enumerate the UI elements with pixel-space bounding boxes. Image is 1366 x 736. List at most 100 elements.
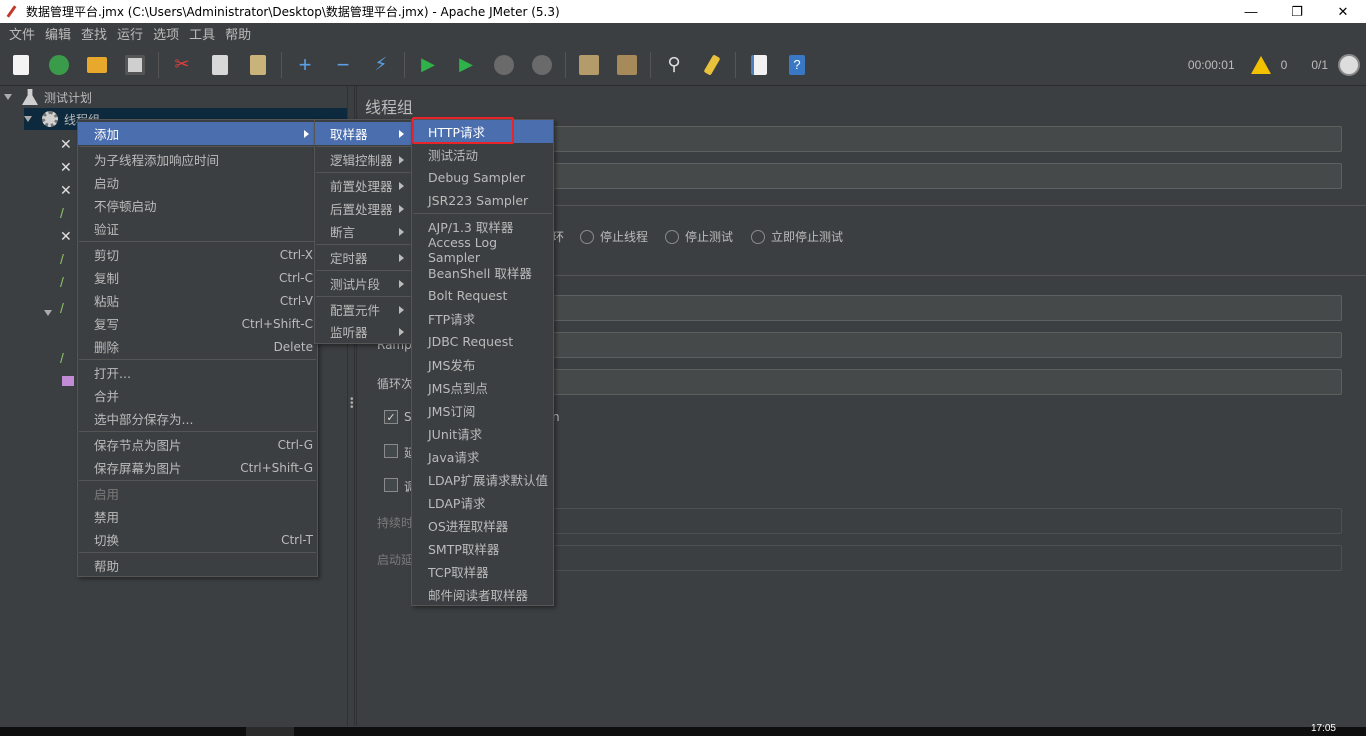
menu-item-pre-processor[interactable]: 前置处理器 bbox=[315, 174, 412, 197]
toggle-icon[interactable]: ⚡ bbox=[368, 52, 394, 78]
new-icon[interactable] bbox=[8, 52, 34, 78]
menu-item-assertion[interactable]: 断言 bbox=[315, 220, 412, 243]
pipette-icon[interactable]: / bbox=[60, 205, 76, 221]
menu-item-test-action[interactable]: 测试活动 bbox=[412, 143, 553, 166]
radio-stop-test[interactable]: 停止测试 bbox=[665, 228, 733, 245]
menu-item-bolt-request[interactable]: Bolt Request bbox=[412, 284, 553, 307]
pipette-icon[interactable]: / bbox=[60, 251, 76, 267]
menu-item-delete[interactable]: 删除 Delete bbox=[78, 335, 317, 358]
menu-item-disable[interactable]: 禁用 bbox=[78, 505, 317, 528]
menu-tools[interactable]: 工具 bbox=[184, 24, 220, 43]
warning-icon[interactable] bbox=[1250, 56, 1271, 74]
menu-item-jms-point-to-point[interactable]: JMS点到点 bbox=[412, 376, 553, 399]
menu-item-jms-subscriber[interactable]: JMS订阅 bbox=[412, 399, 553, 422]
sampler-icon[interactable]: ✕ bbox=[60, 159, 76, 175]
expand-icon[interactable]: + bbox=[292, 52, 318, 78]
expand-triangle-icon[interactable] bbox=[44, 310, 52, 316]
splitter-grip-icon[interactable]: • • • bbox=[350, 395, 354, 413]
sampler-icon[interactable]: ✕ bbox=[60, 228, 76, 244]
sampler-icon[interactable]: ✕ bbox=[60, 182, 76, 198]
menu-item-copy[interactable]: 复制 Ctrl-C bbox=[78, 266, 317, 289]
same-user-checkbox[interactable]: ✓ bbox=[384, 410, 398, 424]
expand-triangle-icon[interactable] bbox=[4, 94, 12, 100]
start-icon[interactable]: ▶ bbox=[415, 52, 441, 78]
menu-item-jms-publisher[interactable]: JMS发布 bbox=[412, 353, 553, 376]
pipette-icon[interactable]: / bbox=[60, 350, 76, 366]
delay-thread-checkbox[interactable] bbox=[384, 444, 398, 458]
cut-icon[interactable]: ✂ bbox=[169, 52, 195, 78]
menu-item-jsr223-sampler[interactable]: JSR223 Sampler bbox=[412, 189, 553, 212]
clear-icon[interactable] bbox=[576, 52, 602, 78]
save-icon[interactable] bbox=[122, 52, 148, 78]
menu-options[interactable]: 选项 bbox=[148, 24, 184, 43]
radio-stop-thread[interactable]: 停止线程 bbox=[580, 228, 648, 245]
search-icon[interactable]: ⚲ bbox=[661, 52, 687, 78]
menu-item-debug-sampler[interactable]: Debug Sampler bbox=[412, 166, 553, 189]
collapse-icon[interactable]: − bbox=[330, 52, 356, 78]
menu-item-save-node-image[interactable]: 保存节点为图片 Ctrl-G bbox=[78, 433, 317, 456]
minimize-button[interactable]: — bbox=[1228, 0, 1274, 23]
radio-dot[interactable] bbox=[751, 229, 765, 244]
close-button[interactable]: ✕ bbox=[1320, 0, 1366, 23]
scheduler-checkbox[interactable] bbox=[384, 478, 398, 492]
menu-item-cut[interactable]: 剪切 Ctrl-X bbox=[78, 243, 317, 266]
help-icon[interactable]: ? bbox=[784, 52, 810, 78]
menu-item-smtp-sampler[interactable]: SMTP取样器 bbox=[412, 537, 553, 560]
taskbar-app-button[interactable] bbox=[246, 727, 294, 736]
menu-item-save-screen-image[interactable]: 保存屏幕为图片 Ctrl+Shift-G bbox=[78, 456, 317, 479]
shutdown-icon[interactable] bbox=[529, 52, 555, 78]
menu-run[interactable]: 运行 bbox=[112, 24, 148, 43]
menu-item-logic-controller[interactable]: 逻辑控制器 bbox=[315, 148, 412, 171]
menu-edit[interactable]: 编辑 bbox=[40, 24, 76, 43]
clear-all-icon[interactable] bbox=[614, 52, 640, 78]
pipette-icon[interactable]: / bbox=[60, 300, 76, 316]
pipette-icon[interactable]: / bbox=[60, 274, 76, 290]
tree-node-test-plan[interactable]: 测试计划 bbox=[4, 86, 92, 108]
menu-item-start[interactable]: 启动 bbox=[78, 171, 317, 194]
menu-item-jdbc-request[interactable]: JDBC Request bbox=[412, 330, 553, 353]
menu-item-add[interactable]: 添加 bbox=[78, 122, 317, 145]
menu-item-junit-request[interactable]: JUnit请求 bbox=[412, 422, 553, 445]
copy-icon[interactable] bbox=[207, 52, 233, 78]
function-helper-icon[interactable] bbox=[746, 52, 772, 78]
menu-item-help[interactable]: 帮助 bbox=[78, 554, 317, 577]
menu-item-open[interactable]: 打开... bbox=[78, 361, 317, 384]
open-icon[interactable] bbox=[84, 52, 110, 78]
radio-stop-test-now[interactable]: 立即停止测试 bbox=[751, 228, 843, 245]
menu-help[interactable]: 帮助 bbox=[220, 24, 256, 43]
name-field[interactable] bbox=[510, 126, 1342, 152]
remote-globe-icon[interactable] bbox=[1338, 54, 1360, 76]
menu-item-validate[interactable]: 验证 bbox=[78, 217, 317, 240]
menu-item-merge[interactable]: 合并 bbox=[78, 384, 317, 407]
reset-search-icon[interactable] bbox=[699, 52, 725, 78]
menu-item-sampler[interactable]: 取样器 bbox=[315, 122, 412, 145]
radio-dot[interactable] bbox=[580, 229, 594, 244]
menu-item-add-think-times[interactable]: 为子线程添加响应时间 bbox=[78, 148, 317, 171]
templates-icon[interactable] bbox=[46, 52, 72, 78]
num-threads-field[interactable] bbox=[510, 295, 1342, 321]
menu-item-config-element[interactable]: 配置元件 bbox=[315, 298, 412, 321]
ramp-up-field[interactable] bbox=[510, 332, 1342, 358]
menu-item-mail-reader-sampler[interactable]: 邮件阅读者取样器 bbox=[412, 583, 553, 606]
menu-item-java-request[interactable]: Java请求 bbox=[412, 445, 553, 468]
menu-item-save-selection-as[interactable]: 选中部分保存为... bbox=[78, 407, 317, 430]
menu-item-test-fragment[interactable]: 测试片段 bbox=[315, 272, 412, 295]
menu-item-access-log-sampler[interactable]: Access Log Sampler bbox=[412, 235, 553, 265]
listener-graph-icon[interactable] bbox=[62, 376, 74, 386]
maximize-button[interactable]: ❐ bbox=[1274, 0, 1320, 23]
menu-item-ftp-request[interactable]: FTP请求 bbox=[412, 307, 553, 330]
menu-item-timer[interactable]: 定时器 bbox=[315, 246, 412, 269]
radio-dot[interactable] bbox=[665, 229, 679, 244]
stop-icon[interactable] bbox=[491, 52, 517, 78]
menu-item-paste[interactable]: 粘贴 Ctrl-V bbox=[78, 289, 317, 312]
menu-item-os-process-sampler[interactable]: OS进程取样器 bbox=[412, 514, 553, 537]
menu-item-post-processor[interactable]: 后置处理器 bbox=[315, 197, 412, 220]
menu-item-ldap-extended-request[interactable]: LDAP扩展请求默认值 bbox=[412, 468, 553, 491]
menu-item-duplicate[interactable]: 复写 Ctrl+Shift-C bbox=[78, 312, 317, 335]
start-no-pause-icon[interactable]: ▶ bbox=[453, 52, 479, 78]
menu-search[interactable]: 查找 bbox=[76, 24, 112, 43]
menu-item-listener[interactable]: 监听器 bbox=[315, 320, 412, 343]
menu-item-ldap-request[interactable]: LDAP请求 bbox=[412, 491, 553, 514]
sampler-icon[interactable]: ✕ bbox=[60, 136, 76, 152]
menu-item-toggle[interactable]: 切换 Ctrl-T bbox=[78, 528, 317, 551]
